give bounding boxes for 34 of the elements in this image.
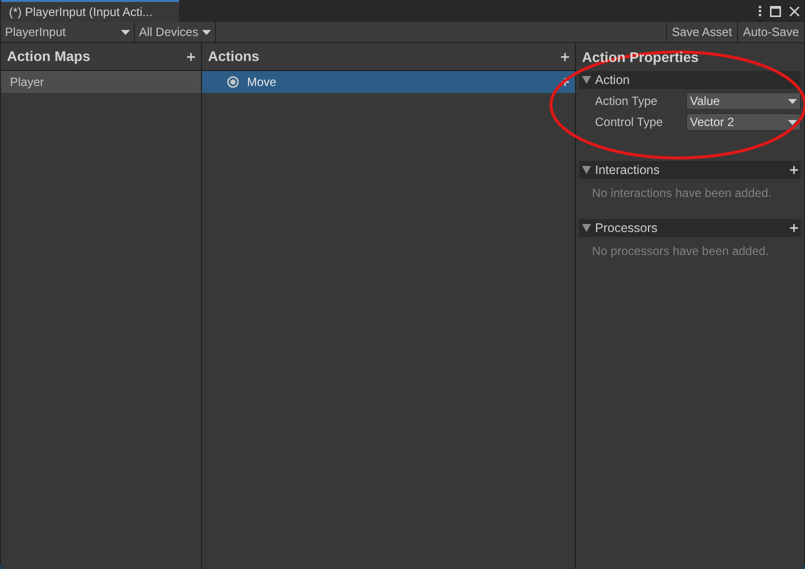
expand-triangle-icon (582, 224, 591, 232)
asset-dropdown[interactable]: PlayerInput (1, 22, 135, 42)
empty-message: No interactions have been added. (591, 185, 772, 202)
action-map-row[interactable]: Player (1, 71, 201, 93)
radio-icon (227, 76, 239, 88)
section-header[interactable]: Processors (579, 219, 801, 237)
expand-triangle-icon (582, 166, 591, 174)
add-icon[interactable] (561, 78, 569, 86)
dropdown-arrow-icon (121, 30, 130, 34)
empty-message: No processors have been added. (591, 243, 770, 260)
add-icon[interactable] (187, 52, 195, 60)
toolbar-button[interactable]: Save Asset (666, 22, 737, 42)
dropdown-arrow-icon (788, 98, 797, 104)
device-dropdown[interactable]: All Devices (135, 22, 216, 42)
section-header[interactable]: Action (579, 71, 801, 89)
expand-triangle-icon (582, 76, 591, 84)
dropdown-arrow-icon (788, 120, 797, 124)
field-label: Control Type (595, 114, 664, 131)
dropdown-arrow-icon (202, 30, 212, 34)
type-dropdown[interactable]: Vector 2 (686, 113, 801, 131)
add-icon[interactable] (790, 224, 798, 232)
field-label: Action Type (595, 93, 658, 110)
toolbar-button[interactable]: Auto-Save (736, 22, 804, 42)
section-header[interactable]: Interactions (579, 161, 801, 179)
more-icon[interactable] (758, 5, 762, 17)
type-dropdown[interactable]: Value (686, 92, 801, 110)
action-row[interactable]: Move (202, 71, 575, 93)
close-icon[interactable] (789, 6, 800, 16)
window-tab[interactable]: (*) PlayerInput (Input Acti... (1, 0, 179, 22)
panel-title: Actions (208, 47, 260, 66)
maximize-icon[interactable] (770, 6, 781, 16)
panel-title: Action Maps (7, 47, 90, 66)
add-icon[interactable] (561, 52, 569, 60)
add-icon[interactable] (790, 166, 798, 174)
